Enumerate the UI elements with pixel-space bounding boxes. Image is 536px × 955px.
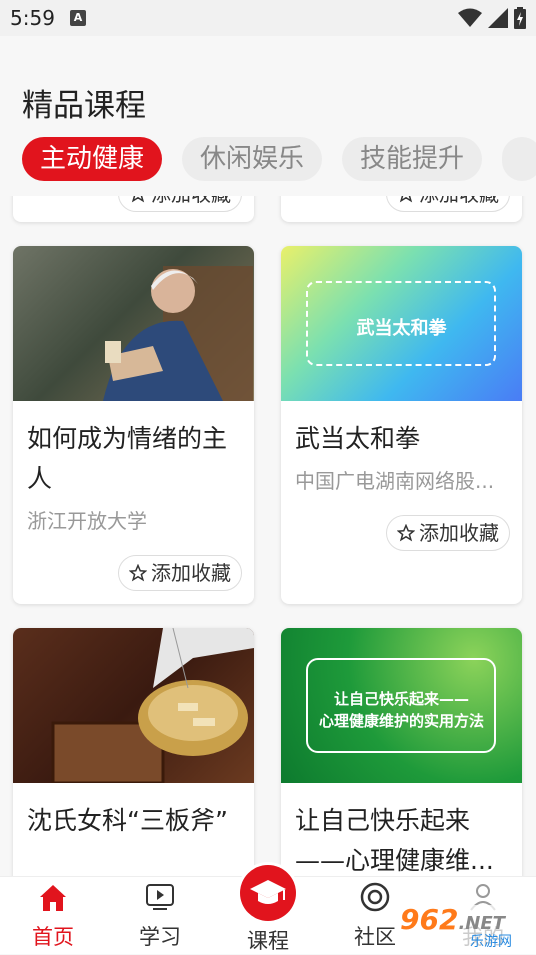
video-icon <box>146 884 174 910</box>
course-thumbnail-taichi: 武当太和拳 <box>281 246 522 401</box>
add-favorite-label: 添加收藏 <box>419 196 499 211</box>
signal-icon <box>488 8 508 28</box>
tab-more-partial[interactable] <box>502 137 536 181</box>
page-title: 精品课程 <box>22 88 146 124</box>
add-favorite-button[interactable]: 添加收藏 <box>118 196 242 212</box>
page-header: 精品课程 主动健康 休闲娱乐 技能提升 <box>0 36 536 196</box>
course-title: 让自己快乐起来——心理健康维... <box>295 806 494 875</box>
thumbnail-text: 武当太和拳 <box>356 318 447 339</box>
status-bar: 5:59 A <box>0 0 536 36</box>
course-source: 浙江开放大学 <box>27 509 147 533</box>
community-icon <box>360 882 390 912</box>
course-card[interactable]: 沈氏女科“三板斧” <box>13 628 254 876</box>
nav-home[interactable]: 首页 <box>3 877 103 955</box>
nav-study[interactable]: 学习 <box>110 877 210 955</box>
home-icon <box>40 885 66 911</box>
course-thumbnail-elderly-man <box>13 246 254 401</box>
course-title: 武当太和拳 <box>295 424 421 453</box>
thumbnail-text-line1: 让自己快乐起来—— <box>333 690 469 708</box>
course-card[interactable]: 武当太和拳 武当太和拳 中国广电湖南网络股... 添加收藏 <box>281 246 522 604</box>
tab-leisure[interactable]: 休闲娱乐 <box>182 137 323 181</box>
nav-course[interactable]: 课程 <box>218 877 318 955</box>
course-card[interactable]: 让自己快乐起来—— 心理健康维护的实用方法 让自己快乐起来——心理健康维... <box>281 628 522 876</box>
course-thumbnail-mental-health: 让自己快乐起来—— 心理健康维护的实用方法 <box>281 628 522 783</box>
star-outline-icon <box>399 196 413 203</box>
course-grid: 添加收藏 添加收藏 如何成为情绪的主人 浙江开放大学 添加收藏 <box>0 196 536 876</box>
thumbnail-text-line2: 心理健康维护的实用方法 <box>318 712 484 730</box>
course-thumbnail-herbs <box>13 628 254 783</box>
nav-home-label: 首页 <box>32 925 74 949</box>
tab-skills[interactable]: 技能提升 <box>342 137 483 181</box>
watermark-sub: 乐游网 <box>470 934 512 950</box>
add-favorite-button[interactable]: 添加收藏 <box>386 196 510 212</box>
course-title: 沈氏女科“三板斧” <box>27 806 228 835</box>
add-favorite-button[interactable]: 添加收藏 <box>386 515 510 551</box>
status-icons <box>458 7 526 29</box>
star-outline-icon <box>397 524 415 542</box>
star-outline-icon <box>129 564 147 582</box>
star-outline-icon <box>131 196 145 203</box>
site-watermark: 962.NET 乐游网 <box>398 903 530 950</box>
add-favorite-label: 添加收藏 <box>419 521 499 545</box>
battery-icon <box>514 7 526 29</box>
add-favorite-button[interactable]: 添加收藏 <box>118 555 242 591</box>
notification-a-icon: A <box>70 10 86 26</box>
course-title: 如何成为情绪的主人 <box>27 424 228 493</box>
category-tabs: 主动健康 休闲娱乐 技能提升 <box>22 137 536 181</box>
wifi-icon <box>458 8 482 27</box>
course-card-partial-right[interactable]: 添加收藏 <box>281 196 522 222</box>
nav-study-label: 学习 <box>139 925 181 949</box>
nav-course-label: 课程 <box>247 929 289 953</box>
tab-active-health[interactable]: 主动健康 <box>22 137 163 181</box>
course-source: 中国广电湖南网络股... <box>295 469 495 493</box>
watermark-number: 962 <box>400 903 459 936</box>
status-time: 5:59 <box>10 6 55 30</box>
add-favorite-label: 添加收藏 <box>151 196 231 211</box>
course-card[interactable]: 如何成为情绪的主人 浙江开放大学 添加收藏 <box>13 246 254 604</box>
course-card-partial-left[interactable]: 添加收藏 <box>13 196 254 222</box>
add-favorite-label: 添加收藏 <box>151 561 231 585</box>
